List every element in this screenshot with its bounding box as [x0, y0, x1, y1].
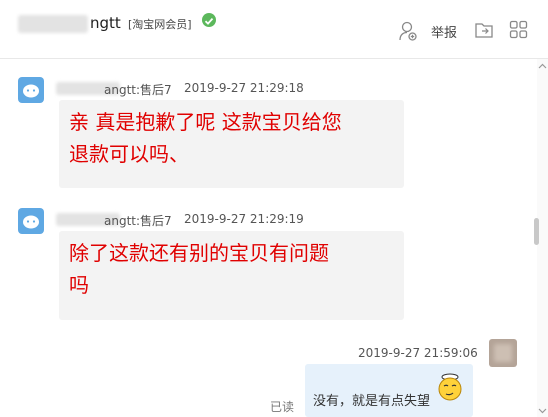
message-time: 2019-9-27 21:29:18 — [184, 81, 304, 95]
contact-icon[interactable] — [398, 20, 418, 42]
message-text-line: 除了这款还有别的宝贝有问题 — [69, 241, 329, 265]
folder-icon[interactable] — [474, 20, 494, 42]
report-button[interactable]: 举报 — [431, 22, 457, 44]
message-bubble: 亲 真是抱歉了呢 这款宝贝给您 退款可以吗、 — [59, 100, 404, 188]
sender-name: angtt:售后7 — [104, 214, 172, 228]
member-label: [淘宝网会员] — [128, 18, 192, 31]
seller-avatar[interactable] — [18, 208, 44, 234]
grid-icon[interactable] — [509, 20, 528, 42]
scroll-up-icon — [538, 63, 547, 69]
message-text-line: 退款可以吗、 — [69, 142, 189, 166]
message-bubble: 除了这款还有别的宝贝有问题 吗 — [59, 231, 404, 320]
seller-avatar[interactable] — [18, 77, 44, 103]
my-avatar[interactable] — [489, 339, 517, 367]
verified-icon — [202, 13, 216, 27]
chat-header: ngtt [淘宝网会员] 举报 — [0, 0, 548, 59]
message-text-line: 亲 真是抱歉了呢 这款宝贝给您 — [69, 110, 342, 134]
blurred-name — [18, 15, 88, 33]
message-text-line: 吗 — [69, 273, 89, 297]
scroll-down-icon — [538, 408, 547, 414]
read-status: 已读 — [270, 400, 295, 414]
contact-name: ngtt — [90, 14, 121, 32]
thinking-emoji-icon — [433, 370, 467, 406]
my-message-bubble: 没有，就是有点失望 — [305, 364, 473, 417]
sender-name: angtt:售后7 — [104, 83, 172, 97]
message-time: 2019-9-27 21:29:19 — [184, 212, 304, 226]
my-message-time: 2019-9-27 21:59:06 — [358, 346, 478, 360]
my-message-text: 没有，就是有点失望 — [313, 394, 431, 409]
scrollbar-thumb[interactable] — [534, 218, 539, 245]
